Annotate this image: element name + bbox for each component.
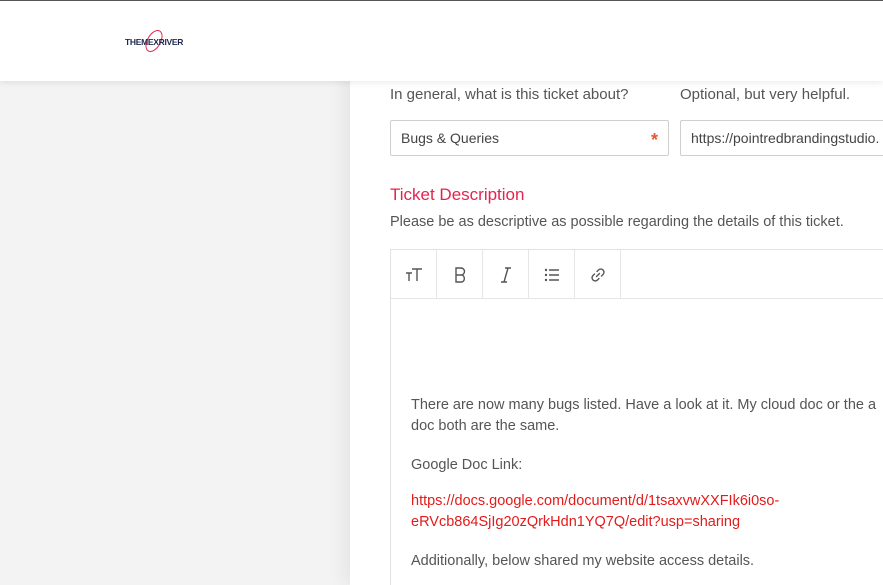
category-hint: In general, what is this ticket about? <box>390 86 629 103</box>
link-icon <box>590 267 605 282</box>
logo-text: THEMEXRIVER <box>125 37 184 47</box>
description-editor[interactable]: There are now many bugs listed. Have a l… <box>390 249 883 585</box>
url-hint: Optional, but very helpful. <box>680 86 851 103</box>
top-bar: THEMEXRIVER <box>0 0 883 81</box>
description-line: doc both are the same. <box>411 418 560 434</box>
bold-icon <box>454 266 465 283</box>
google-doc-link[interactable]: https://docs.google.com/document/d/1tsax… <box>411 491 779 533</box>
category-select[interactable]: Bugs & Queries * <box>390 120 669 156</box>
ticket-description-title: Ticket Description <box>390 185 525 204</box>
italic-button[interactable] <box>483 250 529 299</box>
website-url-input[interactable]: https://pointredbrandingstudio. <box>680 120 883 156</box>
description-paragraph: There are now many bugs listed. Have a l… <box>411 395 876 437</box>
link-line: https://docs.google.com/document/d/1tsax… <box>411 493 780 509</box>
ticket-description-subtitle: Please be as descriptive as possible reg… <box>390 214 844 230</box>
editor-toolbar <box>391 250 883 299</box>
category-value: Bugs & Queries <box>401 130 500 146</box>
description-paragraph: Additionally, below shared my website ac… <box>411 553 755 569</box>
description-paragraph: Google Doc Link: <box>411 457 523 473</box>
required-marker: * <box>650 130 658 150</box>
list-icon <box>544 268 559 281</box>
list-button[interactable] <box>529 250 575 299</box>
brand-logo[interactable]: THEMEXRIVER <box>125 27 189 55</box>
italic-icon <box>500 266 511 283</box>
link-line: eRVcb864SjIg20zQrkHdn1YQ7Q/edit?usp=shar… <box>411 514 741 530</box>
text-size-button[interactable] <box>391 250 437 299</box>
description-line: There are now many bugs listed. Have a l… <box>411 397 877 413</box>
bold-button[interactable] <box>437 250 483 299</box>
ticket-form: In general, what is this ticket about? O… <box>350 0 883 585</box>
website-url-value: https://pointredbrandingstudio. <box>691 130 880 146</box>
sidebar <box>0 81 350 585</box>
text-size-icon <box>405 267 422 281</box>
link-button[interactable] <box>575 250 621 299</box>
